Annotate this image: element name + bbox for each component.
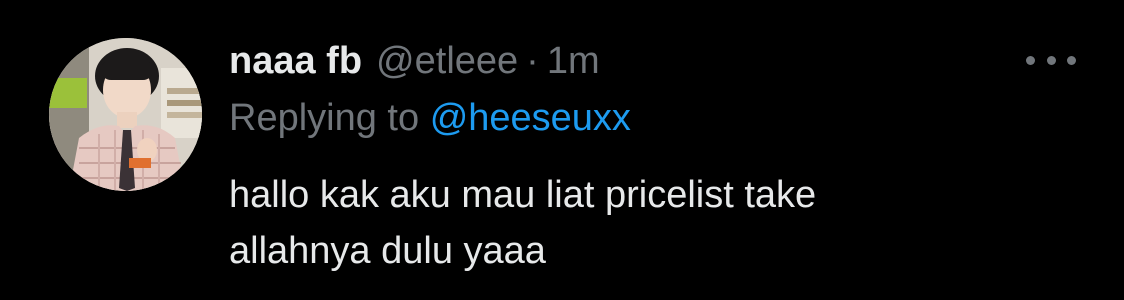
tweet-text-line: allahnya dulu yaaa: [229, 230, 546, 272]
replying-to-mention[interactable]: @heeseuxx: [430, 97, 631, 139]
user-handle[interactable]: @etleee: [376, 36, 518, 86]
more-horizontal-icon: [1046, 55, 1056, 65]
avatar[interactable]: [49, 38, 202, 191]
tweet[interactable]: naaa fb @etleee · 1m Replying to @heeseu…: [0, 0, 1124, 300]
separator-dot: ·: [526, 40, 539, 82]
replying-to: Replying to @heeseuxx: [229, 93, 631, 143]
avatar-image: [49, 38, 202, 191]
tweet-header: naaa fb @etleee · 1m: [229, 36, 600, 86]
tweet-text-line: hallo kak aku mau liat pricelist take: [229, 174, 817, 216]
more-horizontal-icon: [1067, 55, 1076, 65]
more-horizontal-icon: [1026, 55, 1035, 65]
display-name[interactable]: naaa fb: [229, 36, 362, 86]
timestamp[interactable]: 1m: [547, 36, 600, 86]
tweet-text: hallo kak aku mau liat pricelist take al…: [229, 167, 1089, 279]
replying-to-label: Replying to: [229, 97, 420, 139]
more-options-button[interactable]: [1026, 42, 1076, 78]
